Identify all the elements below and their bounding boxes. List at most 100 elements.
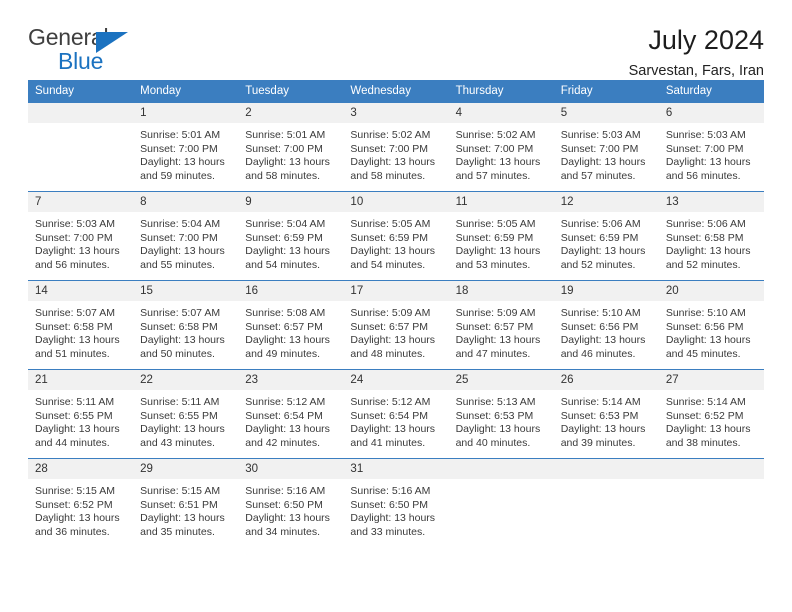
day-cell-content [553, 459, 659, 547]
calendar-day-cell[interactable]: 19 Sunrise: 5:10 AM Sunset: 6:56 PM Dayligh… [553, 280, 659, 370]
sunrise-text: Sunrise: 5:05 AM [455, 218, 536, 230]
day-number: 25 [448, 370, 554, 390]
weekday-header-row: Sunday Monday Tuesday Wednesday Thursday… [28, 80, 764, 103]
calendar-day-cell[interactable]: 25 Sunrise: 5:13 AM Sunset: 6:53 PM Dayligh… [448, 369, 554, 459]
calendar-day-cell[interactable]: 26 Sunrise: 5:14 AM Sunset: 6:53 PM Dayligh… [553, 369, 659, 459]
calendar-page: General Blue July 2024 Sarvestan, Fars, … [0, 0, 792, 612]
daylight-text: Daylight: 13 hours and 56 minutes. [35, 245, 120, 271]
calendar-day-cell[interactable]: 6 Sunrise: 5:03 AM Sunset: 7:00 PM Daylight… [658, 103, 764, 192]
sun-info: Sunrise: 5:03 AM Sunset: 7:00 PM Daylight:… [659, 123, 764, 183]
daylight-text: Daylight: 13 hours and 55 minutes. [140, 245, 225, 271]
sun-info: Sunrise: 5:04 AM Sunset: 6:59 PM Daylight:… [238, 212, 343, 272]
sunrise-text: Sunrise: 5:10 AM [665, 307, 746, 319]
day-number: 12 [553, 192, 659, 212]
day-number: 17 [343, 281, 449, 301]
general-blue-logo[interactable]: General Blue [28, 26, 148, 74]
calendar-day-cell[interactable]: 14 Sunrise: 5:07 AM Sunset: 6:58 PM Dayligh… [28, 280, 134, 370]
day-cell-content: 24 Sunrise: 5:12 AM Sunset: 6:54 PM Dayligh… [343, 370, 449, 458]
sunrise-text: Sunrise: 5:03 AM [665, 129, 746, 141]
sun-info: Sunrise: 5:05 AM Sunset: 6:59 PM Daylight:… [449, 212, 554, 272]
sunset-text: Sunset: 6:51 PM [140, 498, 218, 511]
sun-info: Sunrise: 5:07 AM Sunset: 6:58 PM Daylight:… [133, 301, 238, 361]
sunrise-text: Sunrise: 5:07 AM [35, 307, 115, 319]
day-number: 10 [343, 192, 449, 212]
calendar-day-cell[interactable] [658, 458, 764, 547]
sunrise-text: Sunrise: 5:09 AM [350, 307, 431, 319]
sunset-text: Sunset: 7:00 PM [350, 142, 429, 155]
sun-info: Sunrise: 5:11 AM Sunset: 6:55 PM Daylight:… [28, 390, 133, 450]
day-number: 7 [28, 192, 134, 212]
daylight-text: Daylight: 13 hours and 49 minutes. [245, 334, 330, 360]
calendar-day-cell[interactable] [448, 458, 554, 547]
calendar-day-cell[interactable]: 12 Sunrise: 5:06 AM Sunset: 6:59 PM Dayligh… [553, 191, 659, 281]
sunset-text: Sunset: 7:00 PM [35, 231, 113, 244]
sunset-text: Sunset: 6:59 PM [245, 231, 323, 244]
sunset-text: Sunset: 7:00 PM [455, 142, 534, 155]
sunrise-text: Sunrise: 5:02 AM [350, 129, 431, 141]
day-number: 15 [133, 281, 239, 301]
daylight-text: Daylight: 13 hours and 52 minutes. [560, 245, 646, 271]
sunset-text: Sunset: 6:54 PM [245, 409, 323, 422]
day-cell-content: 26 Sunrise: 5:14 AM Sunset: 6:53 PM Dayligh… [553, 370, 659, 458]
day-cell-content: 9 Sunrise: 5:04 AM Sunset: 6:59 PM Daylight… [238, 192, 344, 280]
calendar-day-cell[interactable]: 11 Sunrise: 5:05 AM Sunset: 6:59 PM Dayligh… [448, 191, 554, 281]
sunrise-text: Sunrise: 5:14 AM [665, 396, 746, 408]
calendar-day-cell[interactable]: 8 Sunrise: 5:04 AM Sunset: 7:00 PM Daylight… [133, 191, 239, 281]
sun-info: Sunrise: 5:12 AM Sunset: 6:54 PM Daylight:… [343, 390, 448, 450]
day-cell-content: 30 Sunrise: 5:16 AM Sunset: 6:50 PM Dayligh… [238, 459, 344, 547]
day-number [658, 459, 764, 479]
sunset-text: Sunset: 6:52 PM [665, 409, 744, 422]
calendar-day-cell[interactable]: 18 Sunrise: 5:09 AM Sunset: 6:57 PM Dayligh… [448, 280, 554, 370]
calendar-day-cell[interactable]: 30 Sunrise: 5:16 AM Sunset: 6:50 PM Dayligh… [238, 458, 344, 547]
sun-info: Sunrise: 5:12 AM Sunset: 6:54 PM Daylight:… [238, 390, 343, 450]
calendar-day-cell[interactable]: 31 Sunrise: 5:16 AM Sunset: 6:50 PM Dayligh… [343, 458, 449, 547]
calendar-day-cell[interactable]: 20 Sunrise: 5:10 AM Sunset: 6:56 PM Dayligh… [658, 280, 764, 370]
calendar-day-cell[interactable]: 4 Sunrise: 5:02 AM Sunset: 7:00 PM Daylight… [448, 103, 554, 192]
calendar-day-cell[interactable]: 16 Sunrise: 5:08 AM Sunset: 6:57 PM Dayligh… [238, 280, 344, 370]
calendar-day-cell[interactable] [553, 458, 659, 547]
calendar-day-cell[interactable]: 17 Sunrise: 5:09 AM Sunset: 6:57 PM Dayligh… [343, 280, 449, 370]
sunset-text: Sunset: 6:58 PM [140, 320, 218, 333]
sun-info: Sunrise: 5:01 AM Sunset: 7:00 PM Daylight:… [133, 123, 238, 183]
day-cell-content: 6 Sunrise: 5:03 AM Sunset: 7:00 PM Daylight… [658, 103, 764, 191]
day-cell-content [28, 103, 134, 191]
sun-info: Sunrise: 5:02 AM Sunset: 7:00 PM Daylight:… [343, 123, 448, 183]
calendar-day-cell[interactable]: 28 Sunrise: 5:15 AM Sunset: 6:52 PM Dayligh… [28, 458, 134, 547]
sunset-text: Sunset: 7:00 PM [665, 142, 744, 155]
day-cell-content: 31 Sunrise: 5:16 AM Sunset: 6:50 PM Dayligh… [343, 459, 449, 547]
calendar-day-cell[interactable]: 22 Sunrise: 5:11 AM Sunset: 6:55 PM Dayligh… [133, 369, 239, 459]
calendar-day-cell[interactable]: 7 Sunrise: 5:03 AM Sunset: 7:00 PM Daylight… [28, 191, 134, 281]
calendar-day-cell[interactable]: 2 Sunrise: 5:01 AM Sunset: 7:00 PM Daylight… [238, 103, 344, 192]
sunrise-text: Sunrise: 5:13 AM [455, 396, 536, 408]
day-cell-content: 18 Sunrise: 5:09 AM Sunset: 6:57 PM Dayligh… [448, 281, 554, 369]
daylight-text: Daylight: 13 hours and 51 minutes. [35, 334, 120, 360]
daylight-text: Daylight: 13 hours and 57 minutes. [560, 156, 646, 182]
sunset-text: Sunset: 6:56 PM [560, 320, 639, 333]
calendar-day-cell[interactable]: 15 Sunrise: 5:07 AM Sunset: 6:58 PM Dayligh… [133, 280, 239, 370]
calendar-day-cell[interactable]: 1 Sunrise: 5:01 AM Sunset: 7:00 PM Daylight… [133, 103, 239, 192]
day-number: 16 [238, 281, 344, 301]
sun-info: Sunrise: 5:15 AM Sunset: 6:51 PM Daylight:… [133, 479, 238, 539]
calendar-day-cell[interactable]: 21 Sunrise: 5:11 AM Sunset: 6:55 PM Dayligh… [28, 369, 134, 459]
calendar-day-cell[interactable]: 13 Sunrise: 5:06 AM Sunset: 6:58 PM Dayligh… [658, 191, 764, 281]
calendar-day-cell[interactable] [28, 103, 134, 192]
sun-info: Sunrise: 5:09 AM Sunset: 6:57 PM Daylight:… [449, 301, 554, 361]
day-number [553, 459, 659, 479]
calendar-day-cell[interactable]: 23 Sunrise: 5:12 AM Sunset: 6:54 PM Dayligh… [238, 369, 344, 459]
calendar-day-cell[interactable]: 5 Sunrise: 5:03 AM Sunset: 7:00 PM Daylight… [553, 103, 659, 192]
calendar-day-cell[interactable]: 24 Sunrise: 5:12 AM Sunset: 6:54 PM Dayligh… [343, 369, 449, 459]
calendar-day-cell[interactable]: 29 Sunrise: 5:15 AM Sunset: 6:51 PM Dayligh… [133, 458, 239, 547]
day-number: 5 [553, 103, 659, 123]
calendar-day-cell[interactable]: 9 Sunrise: 5:04 AM Sunset: 6:59 PM Daylight… [238, 191, 344, 281]
calendar-day-cell[interactable]: 10 Sunrise: 5:05 AM Sunset: 6:59 PM Dayligh… [343, 191, 449, 281]
calendar-day-cell[interactable]: 27 Sunrise: 5:14 AM Sunset: 6:52 PM Dayligh… [658, 369, 764, 459]
day-number: 9 [238, 192, 344, 212]
sunset-text: Sunset: 6:58 PM [35, 320, 113, 333]
day-cell-content: 17 Sunrise: 5:09 AM Sunset: 6:57 PM Dayligh… [343, 281, 449, 369]
sunrise-text: Sunrise: 5:15 AM [140, 485, 221, 497]
page-header: General Blue July 2024 Sarvestan, Fars, … [28, 0, 764, 80]
daylight-text: Daylight: 13 hours and 48 minutes. [350, 334, 436, 360]
day-cell-content: 8 Sunrise: 5:04 AM Sunset: 7:00 PM Daylight… [133, 192, 239, 280]
calendar-day-cell[interactable]: 3 Sunrise: 5:02 AM Sunset: 7:00 PM Daylight… [343, 103, 449, 192]
day-number: 18 [448, 281, 554, 301]
